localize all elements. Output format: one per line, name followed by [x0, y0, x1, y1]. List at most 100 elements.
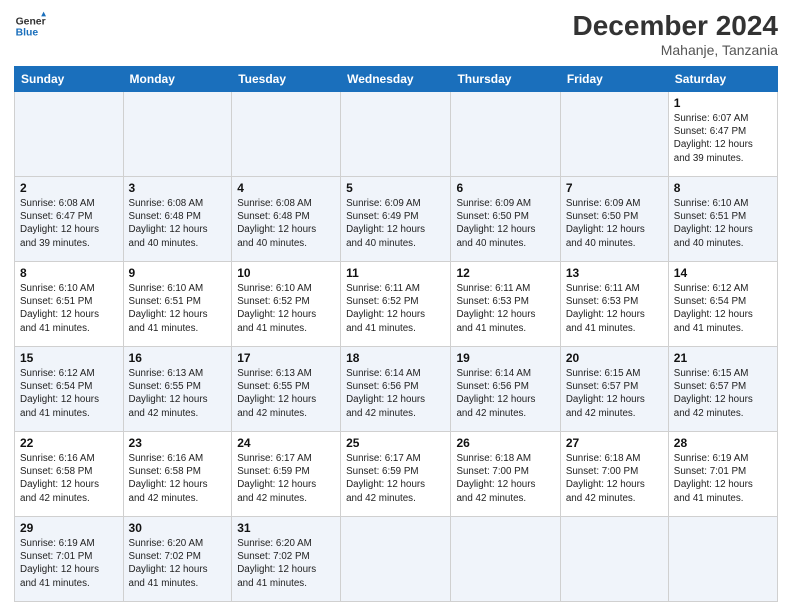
table-row: 16Sunrise: 6:13 AMSunset: 6:55 PMDayligh…: [123, 347, 232, 432]
day-info: Sunrise: 6:19 AMSunset: 7:01 PMDaylight:…: [20, 537, 118, 590]
table-row: 8Sunrise: 6:10 AMSunset: 6:51 PMDaylight…: [668, 177, 777, 262]
calendar-header-row: Sunday Monday Tuesday Wednesday Thursday…: [15, 67, 778, 92]
logo: General Blue: [14, 10, 46, 42]
location: Mahanje, Tanzania: [573, 42, 778, 58]
table-row: 13 Sunrise: 6:11 AMSunset: 6:53 PMDayligh…: [560, 262, 668, 347]
day-info: Sunrise: 6:17 AMSunset: 6:59 PMDaylight:…: [346, 452, 445, 505]
day-number: 17: [237, 351, 335, 365]
day-info: Sunrise: 6:09 AMSunset: 6:50 PMDaylight:…: [456, 197, 554, 250]
month-year: December 2024: [573, 10, 778, 42]
day-number: 1: [674, 96, 772, 110]
day-info: Sunrise: 6:10 AMSunset: 6:52 PMDaylight:…: [237, 282, 335, 335]
day-info: Sunrise: 6:15 AMSunset: 6:57 PMDaylight:…: [566, 367, 663, 420]
table-row: [451, 92, 560, 177]
day-number: 7: [566, 181, 663, 195]
day-number: 10: [237, 266, 335, 280]
table-row: 12 Sunrise: 6:11 AMSunset: 6:53 PMDayligh…: [451, 262, 560, 347]
table-row: [451, 517, 560, 602]
day-number: 18: [346, 351, 445, 365]
day-number: 28: [674, 436, 772, 450]
table-row: 14Sunrise: 6:12 AMSunset: 6:54 PMDayligh…: [668, 262, 777, 347]
calendar-week-row: 22 Sunrise: 6:16 AMSunset: 6:58 PMDayligh…: [15, 432, 778, 517]
table-row: [341, 92, 451, 177]
day-number: 11: [346, 266, 445, 280]
table-row: 20 Sunrise: 6:15 AMSunset: 6:57 PMDayligh…: [560, 347, 668, 432]
day-info: Sunrise: 6:14 AMSunset: 6:56 PMDaylight:…: [346, 367, 445, 420]
day-info: Sunrise: 6:11 AMSunset: 6:53 PMDaylight:…: [456, 282, 554, 335]
table-row: 8 Sunrise: 6:10 AMSunset: 6:51 PMDaylight…: [15, 262, 124, 347]
day-number: 19: [456, 351, 554, 365]
day-info: Sunrise: 6:08 AMSunset: 6:48 PMDaylight:…: [237, 197, 335, 250]
day-number: 6: [456, 181, 554, 195]
svg-text:Blue: Blue: [16, 28, 39, 39]
day-number: 23: [129, 436, 227, 450]
table-row: 2 Sunrise: 6:08 AMSunset: 6:47 PMDaylight…: [15, 177, 124, 262]
calendar-table: Sunday Monday Tuesday Wednesday Thursday…: [14, 66, 778, 602]
day-number: 21: [674, 351, 772, 365]
table-row: 25Sunrise: 6:17 AMSunset: 6:59 PMDayligh…: [341, 432, 451, 517]
header: General Blue December 2024 Mahanje, Tanz…: [14, 10, 778, 58]
table-row: 27 Sunrise: 6:18 AMSunset: 7:00 PMDayligh…: [560, 432, 668, 517]
day-info: Sunrise: 6:10 AMSunset: 6:51 PMDaylight:…: [20, 282, 118, 335]
day-number: 4: [237, 181, 335, 195]
day-info: Sunrise: 6:09 AMSunset: 6:49 PMDaylight:…: [346, 197, 445, 250]
day-number: 12: [456, 266, 554, 280]
table-row: 18 Sunrise: 6:14 AMSunset: 6:56 PMDayligh…: [341, 347, 451, 432]
table-row: 24 Sunrise: 6:17 AMSunset: 6:59 PMDayligh…: [232, 432, 341, 517]
title-section: December 2024 Mahanje, Tanzania: [573, 10, 778, 58]
day-number: 15: [20, 351, 118, 365]
col-monday: Monday: [123, 67, 232, 92]
table-row: 4 Sunrise: 6:08 AMSunset: 6:48 PMDaylight…: [232, 177, 341, 262]
table-row: 21Sunrise: 6:15 AMSunset: 6:57 PMDayligh…: [668, 347, 777, 432]
table-row: 26Sunrise: 6:18 AMSunset: 7:00 PMDayligh…: [451, 432, 560, 517]
day-number: 8: [20, 266, 118, 280]
day-number: 24: [237, 436, 335, 450]
table-row: [560, 92, 668, 177]
table-row: 31Sunrise: 6:20 AMSunset: 7:02 PMDayligh…: [232, 517, 341, 602]
day-info: Sunrise: 6:19 AMSunset: 7:01 PMDaylight:…: [674, 452, 772, 505]
table-row: 29 Sunrise: 6:19 AMSunset: 7:01 PMDayligh…: [15, 517, 124, 602]
day-number: 20: [566, 351, 663, 365]
calendar-week-row: 29 Sunrise: 6:19 AMSunset: 7:01 PMDayligh…: [15, 517, 778, 602]
day-number: 16: [129, 351, 227, 365]
table-row: [341, 517, 451, 602]
day-info: Sunrise: 6:10 AMSunset: 6:51 PMDaylight:…: [674, 197, 772, 250]
table-row: 19 Sunrise: 6:14 AMSunset: 6:56 PMDayligh…: [451, 347, 560, 432]
day-info: Sunrise: 6:07 AMSunset: 6:47 PMDaylight:…: [674, 112, 772, 165]
table-row: 15Sunrise: 6:12 AMSunset: 6:54 PMDayligh…: [15, 347, 124, 432]
table-row: 11Sunrise: 6:11 AMSunset: 6:52 PMDayligh…: [341, 262, 451, 347]
day-number: 3: [129, 181, 227, 195]
day-number: 29: [20, 521, 118, 535]
table-row: 5Sunrise: 6:09 AMSunset: 6:49 PMDaylight…: [341, 177, 451, 262]
table-row: 10 Sunrise: 6:10 AMSunset: 6:52 PMDayligh…: [232, 262, 341, 347]
day-number: 13: [566, 266, 663, 280]
table-row: 22 Sunrise: 6:16 AMSunset: 6:58 PMDayligh…: [15, 432, 124, 517]
day-info: Sunrise: 6:18 AMSunset: 7:00 PMDaylight:…: [566, 452, 663, 505]
day-info: Sunrise: 6:20 AMSunset: 7:02 PMDaylight:…: [129, 537, 227, 590]
svg-text:General: General: [16, 16, 46, 27]
col-tuesday: Tuesday: [232, 67, 341, 92]
col-friday: Friday: [560, 67, 668, 92]
day-info: Sunrise: 6:17 AMSunset: 6:59 PMDaylight:…: [237, 452, 335, 505]
table-row: 9 Sunrise: 6:10 AMSunset: 6:51 PMDaylight…: [123, 262, 232, 347]
day-info: Sunrise: 6:14 AMSunset: 6:56 PMDaylight:…: [456, 367, 554, 420]
table-row: [232, 92, 341, 177]
day-info: Sunrise: 6:08 AMSunset: 6:47 PMDaylight:…: [20, 197, 118, 250]
day-number: 9: [129, 266, 227, 280]
col-wednesday: Wednesday: [341, 67, 451, 92]
day-number: 2: [20, 181, 118, 195]
day-info: Sunrise: 6:10 AMSunset: 6:51 PMDaylight:…: [129, 282, 227, 335]
day-info: Sunrise: 6:16 AMSunset: 6:58 PMDaylight:…: [129, 452, 227, 505]
day-number: 22: [20, 436, 118, 450]
day-info: Sunrise: 6:18 AMSunset: 7:00 PMDaylight:…: [456, 452, 554, 505]
day-info: Sunrise: 6:16 AMSunset: 6:58 PMDaylight:…: [20, 452, 118, 505]
table-row: 6 Sunrise: 6:09 AMSunset: 6:50 PMDaylight…: [451, 177, 560, 262]
table-row: [668, 517, 777, 602]
day-info: Sunrise: 6:11 AMSunset: 6:53 PMDaylight:…: [566, 282, 663, 335]
day-number: 27: [566, 436, 663, 450]
col-sunday: Sunday: [15, 67, 124, 92]
calendar-week-row: 15Sunrise: 6:12 AMSunset: 6:54 PMDayligh…: [15, 347, 778, 432]
calendar-week-row: 2 Sunrise: 6:08 AMSunset: 6:47 PMDaylight…: [15, 177, 778, 262]
table-row: 7Sunrise: 6:09 AMSunset: 6:50 PMDaylight…: [560, 177, 668, 262]
day-number: 31: [237, 521, 335, 535]
